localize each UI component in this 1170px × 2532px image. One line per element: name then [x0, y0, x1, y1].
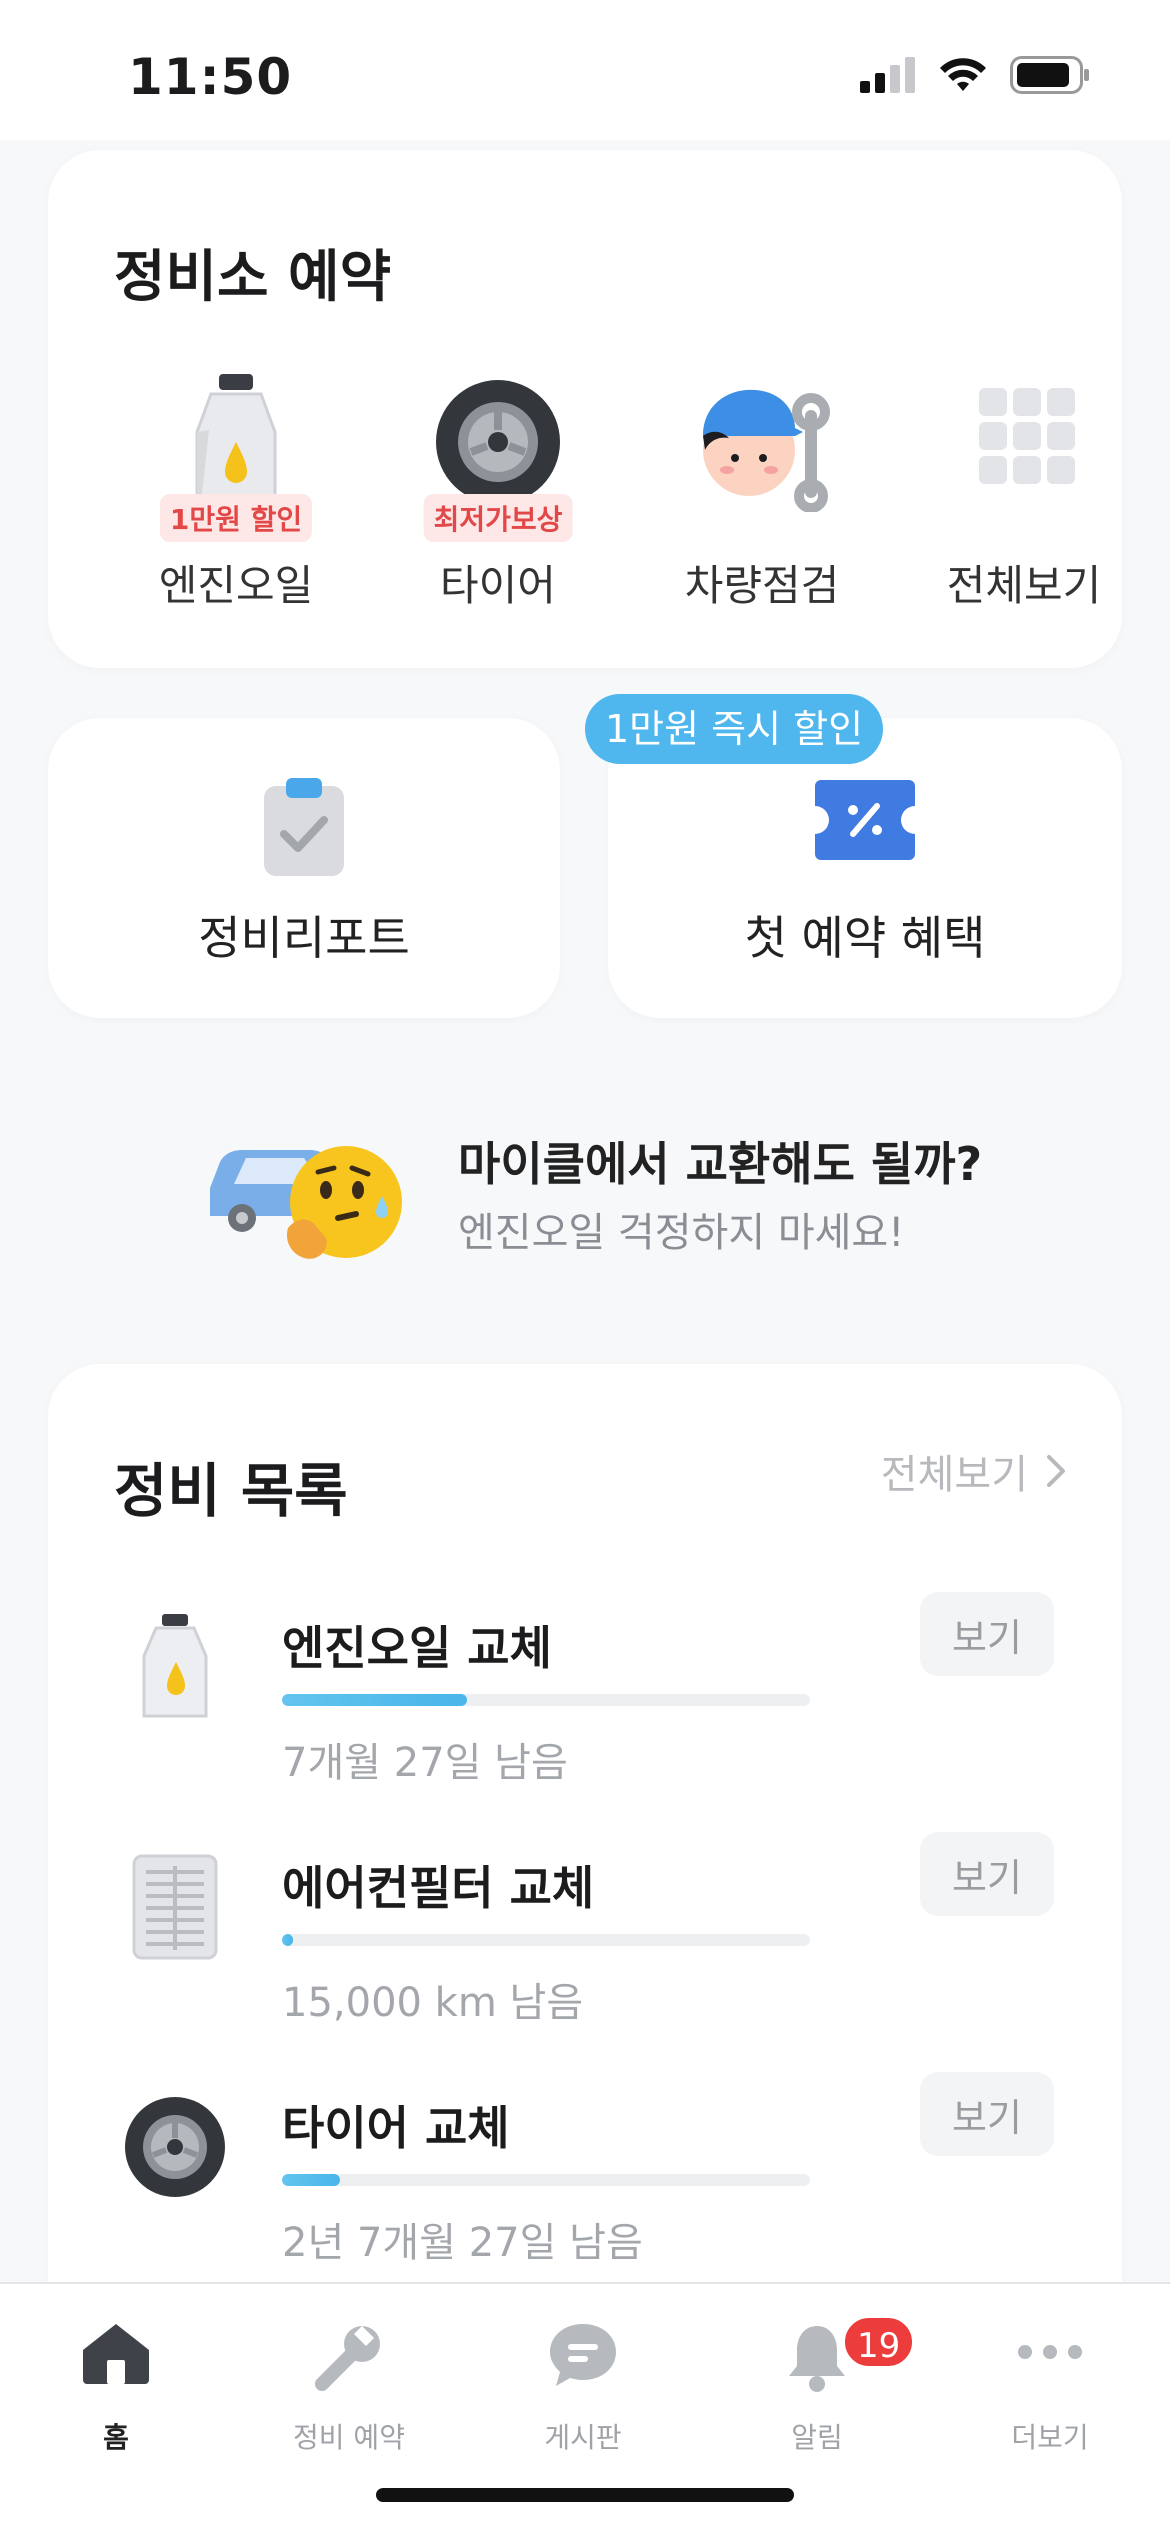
maintenance-remaining: 15,000 km 남음 — [282, 1980, 584, 2026]
service-label: 엔진오일 — [158, 561, 314, 610]
home-indicator — [376, 2488, 794, 2502]
tire-icon — [436, 380, 560, 504]
tab-label: 게시판 — [544, 2421, 622, 2454]
maintenance-name: 에어컨필터 교체 — [282, 1861, 595, 1915]
tab-more[interactable]: 더보기 — [960, 2304, 1140, 2454]
grid-icon — [979, 388, 1075, 484]
maintenance-remaining: 2년 7개월 27일 남음 — [282, 2220, 643, 2266]
view-button[interactable]: 보기 — [920, 1832, 1054, 1916]
tab-label: 더보기 — [1011, 2421, 1089, 2454]
tab-label: 알림 — [791, 2421, 843, 2454]
engine-oil-icon — [142, 1614, 208, 1718]
service-badge: 1만원 할인 — [159, 494, 313, 542]
service-label: 전체보기 — [946, 561, 1102, 610]
service-view-all[interactable]: 전체보기 — [904, 372, 1144, 612]
benefit-pill: 1만원 즉시 할인 — [585, 694, 883, 764]
service-tire[interactable]: 최저가보상 타이어 — [378, 372, 618, 612]
status-time: 11:50 — [128, 48, 293, 106]
notification-badge: 19 — [841, 2314, 917, 2370]
status-icons — [860, 56, 1090, 94]
service-inspection[interactable]: 차량점검 — [642, 372, 882, 612]
tab-notifications[interactable]: 19 알림 — [727, 2304, 917, 2454]
maintenance-view-all[interactable]: 전체보기 — [881, 1442, 1066, 1500]
chevron-right-icon — [1047, 1455, 1065, 1487]
maintenance-name: 엔진오일 교체 — [282, 1621, 552, 1675]
service-label: 차량점검 — [684, 561, 840, 610]
coupon-icon — [815, 780, 915, 860]
service-label: 타이어 — [440, 561, 556, 610]
maintenance-progress-fill — [282, 2174, 341, 2186]
chat-icon — [550, 2324, 616, 2386]
view-all-label: 전체보기 — [880, 1452, 1028, 1498]
service-engine-oil[interactable]: 1만원 할인 엔진오일 — [116, 372, 356, 612]
maintenance-progress — [282, 2174, 810, 2186]
promo-title: 마이클에서 교환해도 될까? — [458, 1137, 983, 1191]
view-button[interactable]: 보기 — [920, 2072, 1054, 2156]
home-icon — [83, 2324, 149, 2384]
view-button[interactable]: 보기 — [920, 1592, 1054, 1676]
maintenance-item-engine-oil[interactable]: 엔진오일 교체 7개월 27일 남음 보기 — [48, 1592, 1122, 1812]
wrench-icon — [315, 2326, 380, 2391]
maintenance-remaining: 7개월 27일 남음 — [282, 1740, 568, 1786]
air-filter-icon — [132, 1854, 218, 1960]
tab-home[interactable]: 홈 — [26, 2304, 206, 2454]
promo-subtitle: 엔진오일 걱정하지 마세요! — [458, 1210, 905, 1256]
maintenance-progress — [282, 1934, 810, 1946]
maintenance-item-tire[interactable]: 타이어 교체 2년 7개월 27일 남음 보기 — [48, 2072, 1122, 2292]
report-card[interactable]: 정비리포트 — [48, 718, 560, 1018]
engine-oil-icon — [195, 374, 277, 504]
mechanic-icon — [703, 389, 830, 512]
maintenance-progress-fill — [282, 1694, 467, 1706]
maintenance-progress — [282, 1694, 810, 1706]
maintenance-title: 정비 목록 — [114, 1457, 348, 1525]
car-thinking-emoji-icon — [210, 1146, 402, 1259]
benefit-label: 첫 예약 혜택 — [744, 911, 986, 965]
signal-icon — [860, 57, 915, 93]
booking-card: 정비소 예약 1만원 할인 엔진오일 최저가보상 타이어 차량점검 전체보기 — [48, 150, 1122, 668]
service-badge: 최저가보상 — [423, 494, 573, 542]
tab-label: 홈 — [103, 2421, 129, 2454]
booking-card-title: 정비소 예약 — [114, 245, 392, 310]
tab-booking[interactable]: 정비 예약 — [259, 2304, 439, 2454]
tire-icon — [125, 2097, 225, 2197]
clipboard-check-icon — [264, 778, 344, 876]
tab-board[interactable]: 게시판 — [493, 2304, 673, 2454]
bell-icon — [789, 2326, 845, 2392]
maintenance-card: 정비 목록 전체보기 엔진오일 교체 7개월 27일 남음 보기 에어컨필터 교… — [48, 1364, 1122, 2364]
status-bar: 11:50 — [0, 0, 1170, 140]
report-label: 정비리포트 — [198, 911, 410, 965]
battery-icon — [1010, 56, 1089, 94]
maintenance-name: 타이어 교체 — [282, 2101, 510, 2155]
wifi-icon — [940, 58, 986, 91]
more-icon — [1018, 2345, 1082, 2359]
tab-label: 정비 예약 — [293, 2421, 405, 2454]
maintenance-item-air-filter[interactable]: 에어컨필터 교체 15,000 km 남음 보기 — [48, 1832, 1122, 2052]
maintenance-progress-fill — [282, 1934, 293, 1946]
